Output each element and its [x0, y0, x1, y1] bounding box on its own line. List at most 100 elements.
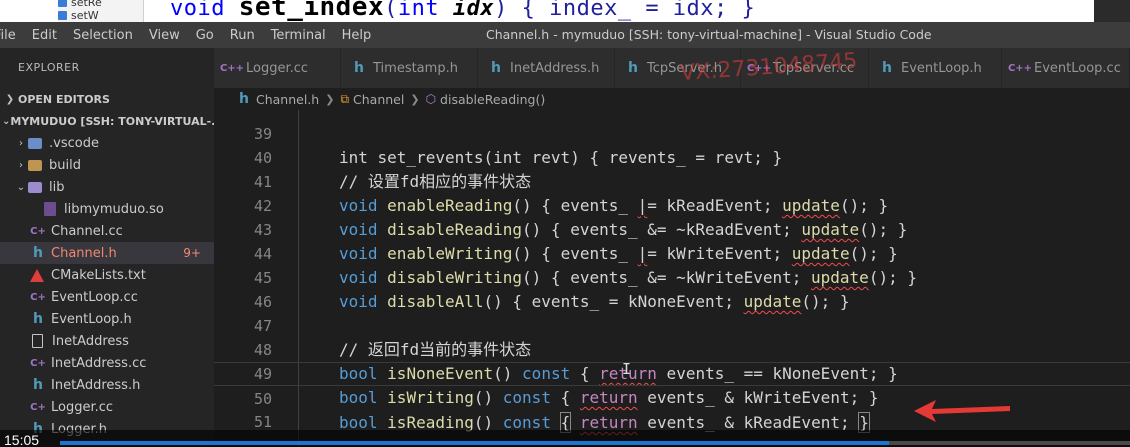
open-editors-label: OPEN EDITORS	[18, 92, 110, 106]
menu-terminal[interactable]: Terminal	[263, 28, 334, 43]
tree-item-inetaddress[interactable]: InetAddress	[0, 330, 214, 352]
tree-item-label: libmymuduo.so	[64, 201, 164, 217]
menu-run[interactable]: Run	[222, 28, 263, 43]
breadcrumb-file[interactable]: Channel.h	[256, 92, 319, 107]
tab-label: InetAddress.h	[510, 60, 600, 76]
video-progress-bar[interactable]: 15:05	[0, 430, 1130, 447]
file-icon	[32, 334, 43, 348]
tree-item-vscode[interactable]: › . vscode	[0, 132, 214, 154]
open-editors-section[interactable]: ❯ OPEN EDITORS	[0, 88, 214, 110]
chevron-down-icon: ⌄	[2, 115, 11, 127]
tree-item-lib[interactable]: ⌄ lib	[0, 176, 214, 198]
code-line-43: 43 void enableWriting() { events_ |= kWr…	[214, 194, 1130, 263]
folder-open-icon	[28, 181, 42, 193]
tree-item-label: Channel.cc	[51, 223, 123, 239]
tab-inetaddress-h[interactable]: h InetAddress.h	[478, 48, 615, 88]
text-cursor-icon: I	[622, 360, 632, 378]
tree-item-label: Logger.cc	[51, 399, 114, 415]
tree-item-label: Channel.h	[51, 245, 117, 261]
breadcrumb-method[interactable]: disableReading()	[440, 92, 545, 107]
tab-logger-cc[interactable]: C++ Logger.cc	[214, 48, 341, 88]
progress-track[interactable]	[60, 441, 1130, 445]
code-line-50: 50 bool isReading() const { return event…	[214, 362, 1130, 433]
menu-selection[interactable]: Selection	[65, 28, 141, 43]
breadcrumb-class[interactable]: Channel	[353, 92, 404, 107]
tree-item-channel-cc[interactable]: C+ Channel.cc	[0, 220, 214, 242]
background-dark-corner	[1094, 0, 1130, 22]
header-file-icon: h	[354, 60, 364, 76]
cpp-file-icon: C+	[30, 401, 46, 413]
header-file-icon: h	[628, 60, 638, 76]
tab-eventloop-cc[interactable]: C++ EventLoop.cc	[1002, 48, 1130, 88]
tab-eventloop-h[interactable]: h EventLoop.h	[869, 48, 1002, 88]
chevron-right-icon: ❯	[5, 93, 15, 105]
menu-edit[interactable]: Edit	[24, 28, 65, 43]
menu-file[interactable]: File	[0, 28, 24, 43]
class-symbol-icon: ⧉	[340, 91, 350, 106]
menu-view[interactable]: View	[141, 28, 188, 43]
tree-item-logger-cc[interactable]: C+ Logger.cc	[0, 396, 214, 418]
code-line-46: 46	[214, 266, 1130, 311]
background-video-strip: setRe setW void set_index(int idx) { ind…	[0, 0, 1130, 22]
background-code: void set_index(int idx) { index_ = idx; …	[170, 0, 756, 22]
chevron-right-icon: ›	[19, 159, 23, 171]
background-file: setW	[58, 9, 143, 22]
tree-item-libmymuduo[interactable]: libmymuduo.so	[0, 198, 214, 220]
tree-item-label: EventLoop.cc	[51, 289, 138, 305]
editor-tabs: C++ Logger.cc h Timestamp.h h InetAddress.h…	[214, 48, 1130, 88]
red-arrow-annotation	[914, 400, 1010, 422]
explorer-sidebar: EXPLORER ❯ OPEN EDITORS ⌄ MYMUDUO [SSH: TO…	[0, 48, 214, 447]
code-line-49: 49 bool isWriting() const { return event…	[214, 338, 1130, 407]
tree-item-label: vscode	[53, 135, 99, 151]
editor-group: C++ Logger.cc h Timestamp.h h InetAddress.h…	[214, 48, 1130, 447]
code-line-47: 47 // 返回fd当前的事件状态	[214, 290, 1130, 359]
tab-timestamp-h[interactable]: h Timestamp.h	[341, 48, 478, 88]
menu-go[interactable]: Go	[188, 28, 222, 43]
method-cube-icon: ⬡	[425, 92, 437, 106]
tree-item-cmakelists[interactable]: CMakeLists.txt	[0, 264, 214, 286]
tab-label: EventLoop.cc	[1034, 60, 1121, 76]
background-file-list: setRe setW	[58, 0, 144, 22]
tree-item-eventloop-h[interactable]: h EventLoop.h	[0, 308, 214, 330]
breadcrumb: h Channel.h ❯ ⧉ Channel ❯ ⬡ disableReadi…	[214, 88, 1130, 110]
background-file: setRe	[58, 0, 143, 9]
code-line-42: 42 void disableReading() { events_ &= ~k…	[214, 170, 1130, 239]
code-editor[interactable]: 39 int set_revents(int revt) { revents_ …	[214, 110, 1130, 447]
cpp-file-icon: C++	[219, 62, 245, 74]
chevron-right-icon: ❯	[325, 92, 335, 106]
window-title: Channel.h - mymuduo [SSH: tony-virtual-m…	[486, 27, 932, 42]
code-line-40: 40 // 设置fd相应的事件状态	[214, 122, 1130, 191]
tree-item-label: lib	[49, 179, 65, 195]
header-file-icon: h	[491, 60, 501, 76]
tree-item-label: build	[49, 157, 81, 173]
tree-item-build[interactable]: › build	[0, 154, 214, 176]
progress-fill	[60, 441, 890, 445]
explorer-header: EXPLORER	[18, 61, 80, 74]
cpp-file-icon: C+	[30, 291, 46, 303]
code-line-44: 44 void disableWriting() { events_ &= ~k…	[214, 218, 1130, 287]
cpp-file-icon: C++	[1007, 62, 1033, 74]
project-label: MYMUDUO [SSH: TONY-VIRTUAL-...	[10, 114, 214, 128]
project-section[interactable]: ⌄ MYMUDUO [SSH: TONY-VIRTUAL-...	[0, 110, 214, 132]
menu-help[interactable]: Help	[334, 28, 380, 43]
tab-label: Timestamp.h	[373, 60, 458, 76]
shared-library-icon	[44, 202, 56, 216]
folder-icon	[28, 159, 42, 171]
code-line-48: 48 bool isNoneEvent() const { return eve…	[214, 314, 1130, 383]
title-bar: File Edit Selection View Go Run Terminal…	[0, 22, 1130, 48]
tree-item-inetaddress-h[interactable]: h InetAddress.h	[0, 374, 214, 396]
tree-item-eventloop-cc[interactable]: C+ EventLoop.cc	[0, 286, 214, 308]
header-file-icon: h	[239, 91, 249, 107]
cpp-file-icon: C+	[30, 225, 46, 237]
header-file-icon: h	[33, 245, 43, 261]
tree-item-channel-h[interactable]: h Channel.h 9+	[0, 242, 214, 264]
tree-item-inetaddress-cc[interactable]: C+ InetAddress.cc	[0, 352, 214, 374]
header-file-icon: h	[33, 377, 43, 393]
folder-icon	[28, 137, 42, 149]
video-time: 15:05	[4, 432, 40, 447]
tab-label: Logger.cc	[246, 60, 309, 76]
chevron-right-icon: ›	[19, 137, 23, 149]
cmake-icon	[30, 268, 44, 282]
chevron-right-icon: ❯	[410, 92, 420, 106]
header-file-icon: h	[882, 60, 892, 76]
